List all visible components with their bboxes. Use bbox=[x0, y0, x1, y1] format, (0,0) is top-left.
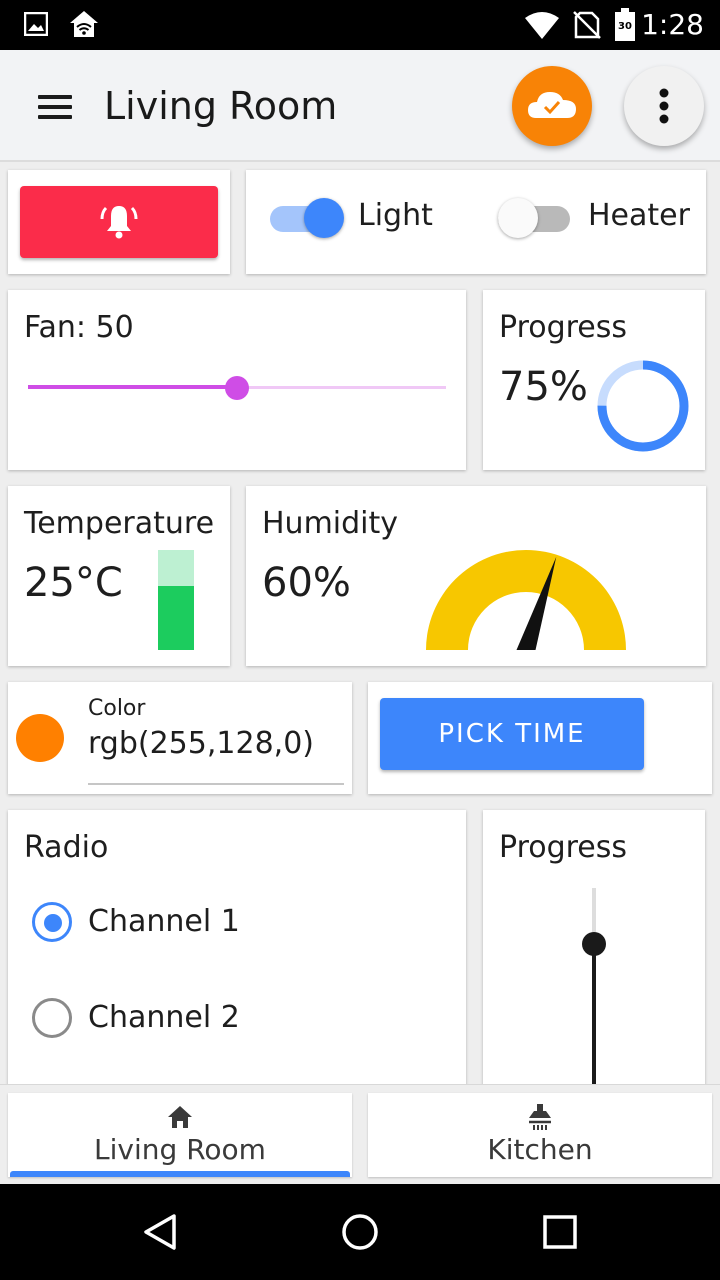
range-hood-icon bbox=[529, 1104, 551, 1130]
tab-kitchen[interactable]: Kitchen bbox=[368, 1093, 712, 1177]
radio-channel-1-label[interactable]: Channel 1 bbox=[88, 904, 240, 939]
active-tab-indicator bbox=[10, 1171, 350, 1177]
humidity-gauge bbox=[426, 550, 626, 650]
progress-card: Progress 75% bbox=[483, 290, 705, 470]
tab-living-room-label: Living Room bbox=[94, 1133, 266, 1166]
svg-text:30: 30 bbox=[618, 21, 632, 32]
tab-kitchen-label: Kitchen bbox=[487, 1133, 593, 1166]
progress-ring bbox=[597, 360, 689, 452]
light-switch[interactable] bbox=[270, 194, 344, 238]
radio-channel-2-label[interactable]: Channel 2 bbox=[88, 1000, 240, 1035]
menu-icon[interactable] bbox=[36, 95, 76, 121]
color-field-label: Color bbox=[88, 696, 146, 721]
color-field-underline bbox=[88, 783, 344, 785]
more-options-button[interactable] bbox=[624, 66, 704, 146]
no-sim-icon bbox=[573, 11, 601, 39]
heater-switch-label: Heater bbox=[588, 198, 690, 233]
thermometer-bar bbox=[158, 550, 194, 650]
switches-card: Light Heater bbox=[246, 170, 706, 274]
wifi-icon bbox=[525, 12, 559, 39]
system-nav-bar bbox=[0, 1184, 720, 1280]
fan-slider-fill bbox=[28, 385, 237, 389]
home-nav-icon[interactable] bbox=[340, 1212, 380, 1252]
temperature-value: 25°C bbox=[24, 560, 123, 606]
image-notification-icon bbox=[24, 12, 48, 36]
progress-label: Progress bbox=[499, 310, 628, 345]
temperature-label: Temperature bbox=[24, 506, 215, 541]
progress-value: 75% bbox=[499, 364, 588, 410]
vertical-slider-fill bbox=[592, 944, 596, 1094]
humidity-value: 60% bbox=[262, 560, 351, 606]
temperature-card: Temperature 25°C bbox=[8, 486, 230, 666]
tab-living-room[interactable]: Living Room bbox=[8, 1093, 352, 1177]
humidity-label: Humidity bbox=[262, 506, 399, 541]
tab-bar: Living Room Kitchen bbox=[0, 1084, 720, 1184]
color-swatch[interactable] bbox=[16, 714, 64, 762]
status-time: 1:28 bbox=[641, 8, 704, 41]
color-card: Color rgb(255,128,0) bbox=[8, 682, 352, 794]
vertical-progress-label: Progress bbox=[499, 830, 628, 865]
smart-home-notification-icon bbox=[70, 11, 98, 37]
pick-time-card: PICK TIME bbox=[368, 682, 712, 794]
cloud-done-icon bbox=[528, 92, 576, 118]
fan-card: Fan: 50 bbox=[8, 290, 466, 470]
status-bar: 30 1:28 bbox=[0, 0, 720, 50]
recents-icon[interactable] bbox=[540, 1212, 580, 1252]
radio-card: Radio Channel 1 Channel 2 bbox=[8, 810, 466, 1100]
radio-channel-1[interactable] bbox=[32, 902, 72, 942]
page-title: Living Room bbox=[104, 84, 338, 128]
thermometer-fill bbox=[158, 586, 194, 650]
alarm-card bbox=[8, 170, 230, 274]
radio-selected-dot bbox=[44, 914, 62, 932]
fan-slider-thumb[interactable] bbox=[225, 376, 249, 400]
humidity-card: Humidity 60% bbox=[246, 486, 706, 666]
fan-label: Fan: 50 bbox=[24, 310, 134, 345]
battery-icon: 30 bbox=[615, 8, 635, 41]
light-switch-label: Light bbox=[358, 198, 433, 233]
vertical-slider-thumb[interactable] bbox=[582, 932, 606, 956]
heater-switch[interactable] bbox=[498, 194, 570, 238]
home-icon bbox=[168, 1106, 192, 1128]
alarm-button[interactable] bbox=[20, 186, 218, 258]
pick-time-button[interactable]: PICK TIME bbox=[380, 698, 644, 770]
more-vert-icon bbox=[659, 88, 669, 124]
app-bar: Living Room bbox=[0, 50, 720, 162]
radio-channel-2[interactable] bbox=[32, 998, 72, 1038]
back-icon[interactable] bbox=[140, 1212, 180, 1252]
vertical-progress-card: Progress bbox=[483, 810, 705, 1100]
alarm-bell-icon bbox=[100, 206, 138, 239]
cloud-sync-button[interactable] bbox=[512, 66, 592, 146]
radio-group-label: Radio bbox=[24, 830, 109, 865]
color-field-value[interactable]: rgb(255,128,0) bbox=[88, 726, 314, 761]
